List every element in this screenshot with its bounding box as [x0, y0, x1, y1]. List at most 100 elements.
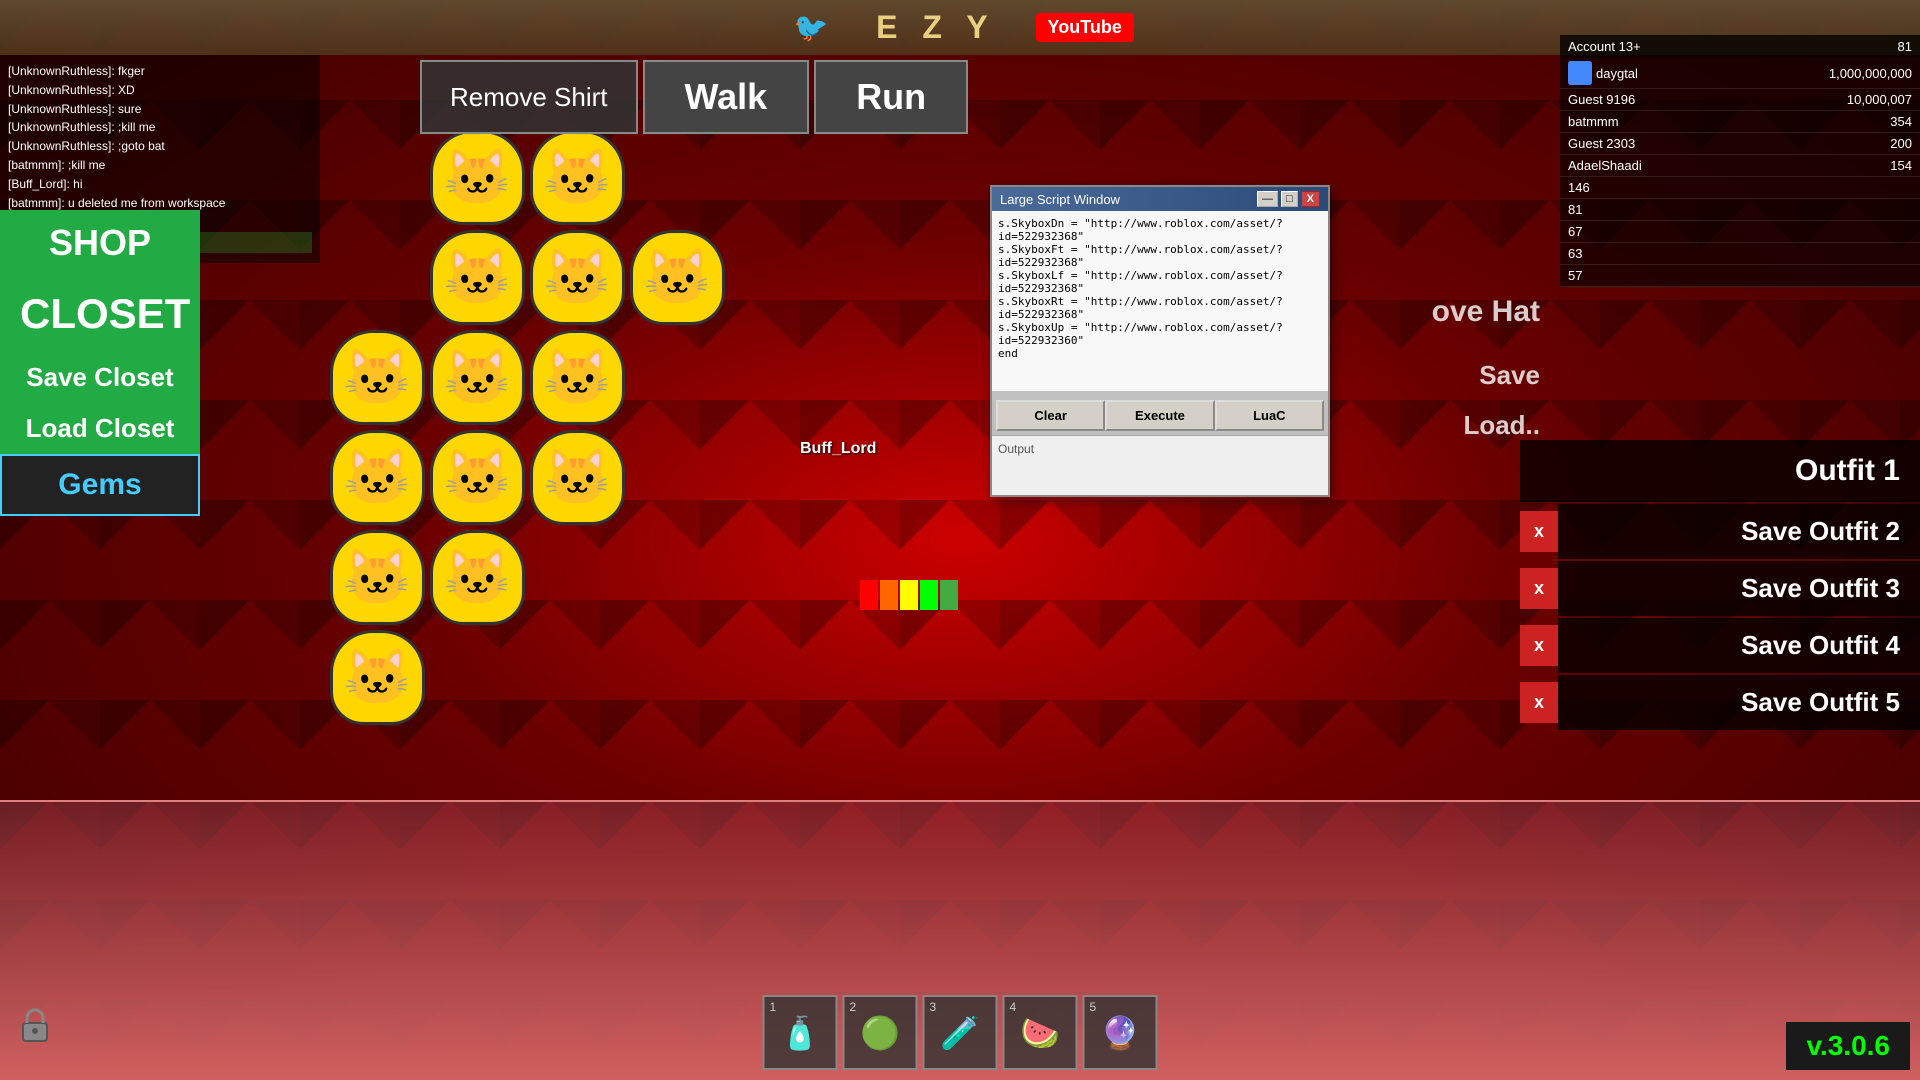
- outfit-save-4-button[interactable]: Save Outfit 4: [1558, 618, 1920, 673]
- outfit-4-delete-button[interactable]: x: [1520, 625, 1558, 666]
- run-button[interactable]: Run: [814, 60, 968, 134]
- colored-bars: [860, 580, 958, 610]
- account-info: Account 13+: [1568, 39, 1641, 54]
- player-amount: 67: [1568, 224, 1582, 239]
- player-nametag: Buff_Lord: [800, 440, 876, 458]
- chat-text: [UnknownRuthless]: fkger: [8, 64, 145, 78]
- remove-shirt-button[interactable]: Remove Shirt: [420, 60, 638, 134]
- shop-button[interactable]: SHOP: [0, 210, 200, 276]
- script-execute-button[interactable]: Execute: [1105, 400, 1214, 431]
- script-close-button[interactable]: X: [1301, 191, 1320, 207]
- slot-number: 5: [1090, 1000, 1097, 1014]
- player-amount: 354: [1890, 114, 1912, 129]
- hotbar-slot-3[interactable]: 3 🧪: [923, 995, 998, 1070]
- script-title: Large Script Window: [1000, 192, 1120, 207]
- bar-red: [860, 580, 878, 610]
- chat-message: [UnknownRuthless]: ;kill me: [8, 119, 312, 136]
- hotbar-slot-5[interactable]: 5 🔮: [1083, 995, 1158, 1070]
- version-text: v.3.0.6: [1806, 1030, 1890, 1061]
- script-maximize-button[interactable]: □: [1281, 191, 1298, 207]
- outfit-save-3-button[interactable]: Save Outfit 3: [1558, 561, 1920, 616]
- chat-text: [UnknownRuthless]: ;goto bat: [8, 139, 165, 153]
- slot-icon: 🔮: [1100, 1014, 1140, 1052]
- script-window-controls: — □ X: [1257, 191, 1320, 207]
- chat-message: [UnknownRuthless]: sure: [8, 101, 312, 118]
- chat-message: [UnknownRuthless]: fkger: [8, 63, 312, 80]
- slot-number: 3: [930, 1000, 937, 1014]
- player-amount: 146: [1568, 180, 1590, 195]
- chat-message: [UnknownRuthless]: ;goto bat: [8, 138, 312, 155]
- hotbar-slot-2[interactable]: 2 🟢: [843, 995, 918, 1070]
- chat-text: [batmmm]: u deleted me from workspace: [8, 196, 225, 210]
- player-name: Buff_Lord: [800, 440, 876, 457]
- hotbar-slot-1[interactable]: 1 🧴: [763, 995, 838, 1070]
- closet-button[interactable]: CLOSET: [0, 276, 200, 352]
- player-row: Guest 9196 10,000,007: [1560, 89, 1920, 111]
- ezy-title: E Z Y: [876, 9, 995, 46]
- player-row: 146: [1560, 177, 1920, 199]
- script-titlebar: Large Script Window — □ X: [992, 187, 1328, 211]
- player-amount: 10,000,007: [1847, 92, 1912, 107]
- slot-number: 4: [1010, 1000, 1017, 1014]
- header-logo: 🐦 E Z Y YouTube: [786, 8, 1134, 48]
- chat-message: [batmmm]: u deleted me from workspace: [8, 195, 312, 212]
- version-badge: v.3.0.6: [1786, 1022, 1910, 1070]
- outfit-5-delete-button[interactable]: x: [1520, 682, 1558, 723]
- player-name: batmmm: [1568, 114, 1619, 129]
- bar-yellow: [900, 580, 918, 610]
- player-amount: 154: [1890, 158, 1912, 173]
- outfit-save-4-row: x Save Outfit 4: [1520, 618, 1920, 673]
- lock-icon[interactable]: [15, 1005, 55, 1045]
- player-name-self: daygtal: [1596, 66, 1638, 81]
- outfit-save-2-button[interactable]: Save Outfit 2: [1558, 504, 1920, 559]
- outfit-save-5-button[interactable]: Save Outfit 5: [1558, 675, 1920, 730]
- load-closet-button[interactable]: Load Closet: [0, 403, 200, 454]
- script-luac-button[interactable]: LuaC: [1215, 400, 1324, 431]
- save-closet-button[interactable]: Save Closet: [0, 352, 200, 403]
- outfit-save-5-row: x Save Outfit 5: [1520, 675, 1920, 730]
- outfit-2-delete-button[interactable]: x: [1520, 511, 1558, 552]
- chat-message: [batmmm]: ;kill me: [8, 157, 312, 174]
- script-minimize-button[interactable]: —: [1257, 191, 1278, 207]
- player-row: 67: [1560, 221, 1920, 243]
- player-row: 57: [1560, 265, 1920, 287]
- hotbar: 1 🧴 2 🟢 3 🧪 4 🍉 5 🔮: [763, 995, 1158, 1070]
- player-name: AdaelShaadi: [1568, 158, 1642, 173]
- slot-number: 1: [770, 1000, 777, 1014]
- slot-icon: 🟢: [860, 1014, 900, 1052]
- slot-icon: 🧴: [780, 1014, 820, 1052]
- outfit-save-2-row: x Save Outfit 2: [1520, 504, 1920, 559]
- health-bar-area: [860, 580, 958, 610]
- script-output-area: Output: [992, 435, 1328, 495]
- player-amount: 200: [1890, 136, 1912, 151]
- script-clear-button[interactable]: Clear: [996, 400, 1105, 431]
- bar-orange: [880, 580, 898, 610]
- outfit-save-3-row: x Save Outfit 3: [1520, 561, 1920, 616]
- right-account-panel: Account 13+ 81 daygtal 1,000,000,000 Gue…: [1560, 35, 1920, 287]
- outfit-1-button[interactable]: Outfit 1: [1520, 440, 1920, 502]
- hotbar-slot-4[interactable]: 4 🍉: [1003, 995, 1078, 1070]
- gems-button[interactable]: Gems: [0, 454, 200, 516]
- chat-message: [UnknownRuthless]: XD: [8, 82, 312, 99]
- output-label: Output: [998, 442, 1034, 456]
- outfit-3-delete-button[interactable]: x: [1520, 568, 1558, 609]
- account-label: Account 13+: [1568, 39, 1641, 54]
- partial-save-text: Save: [1479, 360, 1540, 391]
- player-name: Guest 9196: [1568, 92, 1635, 107]
- walk-button[interactable]: Walk: [643, 60, 810, 134]
- player-row: batmmm 354: [1560, 111, 1920, 133]
- chat-text: [UnknownRuthless]: ;kill me: [8, 120, 155, 134]
- top-action-buttons: Remove Shirt Walk Run: [420, 60, 968, 134]
- bar-green: [920, 580, 938, 610]
- chat-text: [batmmm]: ;kill me: [8, 158, 105, 172]
- player-row-self: daygtal 1,000,000,000: [1560, 58, 1920, 89]
- script-action-buttons: Clear Execute LuaC: [992, 396, 1328, 435]
- bar-darkgreen: [940, 580, 958, 610]
- player-row: 63: [1560, 243, 1920, 265]
- slot-number: 2: [850, 1000, 857, 1014]
- player-row: 81: [1560, 199, 1920, 221]
- account-count: 81: [1898, 39, 1912, 54]
- avatar: [1568, 61, 1592, 85]
- player-row: AdaelShaadi 154: [1560, 155, 1920, 177]
- script-code-input[interactable]: s.SkyboxDn = "http://www.roblox.com/asse…: [992, 211, 1328, 391]
